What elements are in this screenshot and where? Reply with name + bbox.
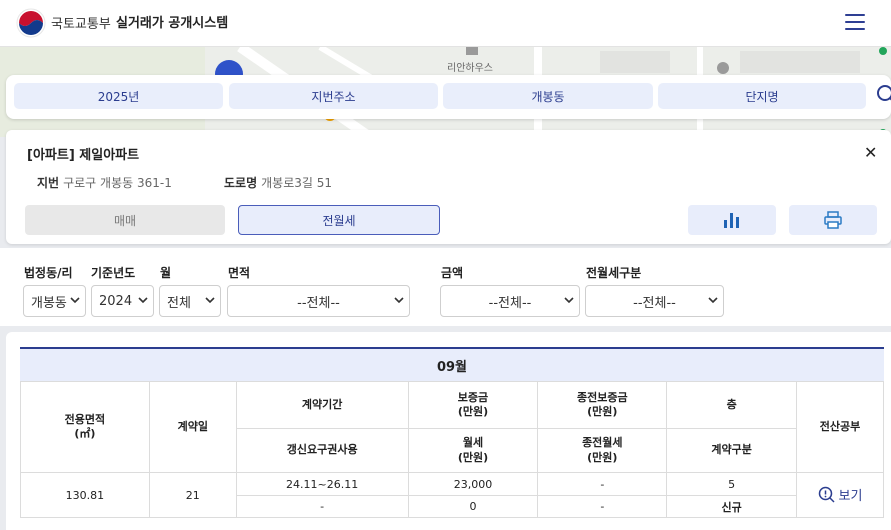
month-select[interactable]: 전체 [159, 285, 221, 317]
property-detail-panel: [아파트] 제일아파트 ✕ 지번 구로구 개봉동 361-1 도로명 개봉로3길 5… [6, 130, 891, 244]
hamburger-menu-icon[interactable] [845, 14, 865, 32]
chevron-down-icon [70, 297, 80, 304]
cell-floor: 5 [666, 472, 798, 496]
government-logo-icon [16, 8, 46, 38]
transaction-table-section: 09월 전용면적 (㎡) 계약일 계약기간 보증금 (만원) 종전보증금 (만원… [6, 332, 891, 530]
header-renewal: 갱신요구권사용 [235, 428, 409, 473]
magnifier-alert-icon [818, 486, 835, 503]
org-name: 국토교통부 [51, 17, 111, 32]
chevron-down-icon [708, 297, 718, 304]
filter-dong-label: 법정동/리 [24, 266, 73, 280]
view-label: 보기 [838, 488, 863, 504]
transaction-filters: 법정동/리 기준년도 월 면적 금액 전월세구분 개봉동 2024 전체 --전… [0, 248, 891, 326]
chip-address-type[interactable]: 지번주소 [229, 83, 438, 109]
chip-year[interactable]: 2025년 [14, 83, 223, 109]
tab-sale[interactable]: 매매 [25, 205, 225, 235]
system-name[interactable]: 실거래가 공개시스템 [116, 12, 228, 31]
header-prev-monthly: 종전월세 (만원) [537, 428, 668, 473]
rent-type-select[interactable]: --전체-- [585, 285, 724, 317]
jibun-value: 구로구 개봉동 361-1 [63, 176, 172, 190]
cell-contract-period: 24.11~26.11 [235, 472, 409, 496]
area-select-value: --전체-- [297, 295, 340, 311]
cell-deposit: 23,000 [407, 472, 539, 496]
cell-contract-day: 21 [148, 472, 237, 518]
chevron-down-icon [205, 297, 215, 304]
filter-month-label: 월 [160, 266, 172, 280]
cell-area: 130.81 [20, 472, 150, 518]
search-icon[interactable] [876, 84, 891, 106]
header-deposit: 보증금 (만원) [407, 381, 539, 429]
bar-chart-icon [724, 213, 739, 228]
filter-area-label: 면적 [228, 266, 251, 280]
jibun-address: 지번 구로구 개봉동 361-1 [37, 174, 172, 191]
cell-contract-type: 신규 [666, 495, 798, 518]
year-select-value: 2024 [99, 293, 133, 309]
close-icon[interactable]: ✕ [864, 143, 877, 162]
table-row: 130.81 21 24.11~26.11 23,000 - 5 보기 [20, 472, 884, 518]
filter-rent-type-label: 전월세구분 [586, 266, 642, 280]
chevron-down-icon [564, 297, 574, 304]
cell-prev-monthly: - [537, 495, 668, 518]
header-contract-day: 계약일 [148, 381, 237, 473]
header-contract-type: 계약구분 [666, 428, 798, 473]
chevron-down-icon [138, 297, 148, 304]
printer-icon [824, 211, 842, 229]
property-title: [아파트] 제일아파트 [27, 148, 140, 163]
header-floor: 층 [666, 381, 798, 429]
chart-button[interactable] [688, 205, 776, 235]
header-monthly: 월세 (만원) [407, 428, 539, 473]
cell-monthly: 0 [407, 495, 539, 518]
year-select[interactable]: 2024 [91, 285, 154, 317]
road-address: 도로명 개봉로3길 51 [224, 174, 332, 191]
cell-prev-deposit: - [537, 472, 668, 496]
header-area: 전용면적 (㎡) [20, 381, 150, 473]
app-header: 국토교통부 실거래가 공개시스템 [0, 0, 891, 47]
dong-select-value: 개봉동 [31, 295, 67, 311]
view-registry-button[interactable]: 보기 [818, 485, 863, 504]
filter-year-label: 기준년도 [91, 266, 136, 280]
amount-select-value: --전체-- [488, 295, 532, 311]
header-contract-period: 계약기간 [235, 381, 409, 429]
header-registry: 전산공부 [796, 381, 884, 473]
cell-renewal: - [235, 495, 409, 518]
rent-type-select-value: --전체-- [633, 295, 676, 311]
road-value: 개봉로3길 51 [261, 176, 333, 190]
month-select-value: 전체 [167, 295, 191, 311]
cell-registry: 보기 [796, 472, 884, 518]
header-prev-deposit: 종전보증금 (만원) [537, 381, 668, 429]
transaction-table: 전용면적 (㎡) 계약일 계약기간 보증금 (만원) 종전보증금 (만원) 층 … [20, 381, 884, 518]
month-header: 09월 [20, 347, 884, 381]
amount-select[interactable]: --전체-- [440, 285, 580, 317]
filter-amount-label: 금액 [441, 266, 464, 280]
chevron-down-icon [394, 297, 404, 304]
chip-complex-name[interactable]: 단지명 [658, 83, 866, 109]
dong-select[interactable]: 개봉동 [23, 285, 86, 317]
road-label: 도로명 [224, 176, 258, 190]
map-label: 리안하우스 [447, 63, 493, 74]
area-select[interactable]: --전체-- [227, 285, 410, 317]
search-filter-bar: 2025년 지번주소 개봉동 단지명 [6, 75, 891, 119]
chip-dong[interactable]: 개봉동 [443, 83, 653, 109]
print-button[interactable] [789, 205, 877, 235]
tab-rent[interactable]: 전월세 [238, 205, 440, 235]
jibun-label: 지번 [37, 176, 60, 190]
